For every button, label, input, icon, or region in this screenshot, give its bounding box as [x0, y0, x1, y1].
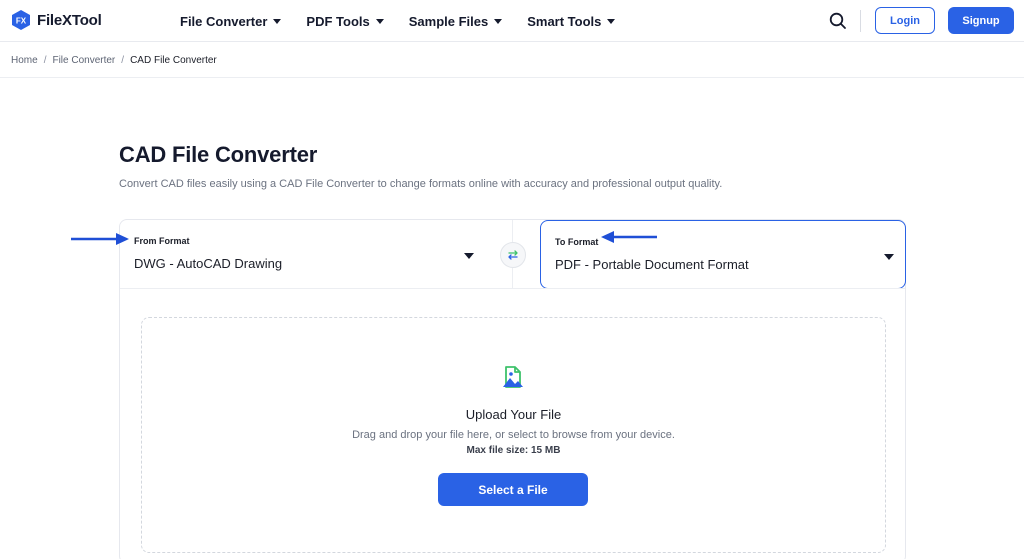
chevron-down-icon — [884, 254, 894, 260]
upload-description: Drag and drop your file here, or select … — [352, 429, 675, 441]
header-divider — [860, 10, 861, 32]
to-format-select[interactable]: To Format PDF - Portable Document Format — [540, 220, 906, 289]
from-format-value: DWG - AutoCAD Drawing — [134, 256, 283, 271]
format-row-divider — [120, 288, 905, 289]
nav-item-label: PDF Tools — [306, 13, 370, 29]
nav-file-converter[interactable]: File Converter — [180, 13, 282, 29]
arrow-annotation-icon — [71, 233, 129, 245]
breadcrumb-separator: / — [43, 55, 47, 66]
upload-max-size: Max file size: 15 MB — [466, 445, 561, 456]
chevron-down-icon — [375, 19, 384, 24]
chevron-down-icon — [273, 19, 282, 24]
nav-item-label: Sample Files — [408, 13, 489, 29]
converter-card: From Format DWG - AutoCAD Drawing To For… — [119, 219, 906, 559]
chevron-down-icon — [494, 19, 503, 24]
signup-button[interactable]: Signup — [948, 7, 1014, 34]
breadcrumb-current: CAD File Converter — [130, 55, 217, 66]
logo-hexagon-icon: FX — [12, 10, 30, 30]
brand-name: FileXTool — [37, 11, 102, 29]
select-file-button[interactable]: Select a File — [438, 473, 588, 506]
login-button[interactable]: Login — [875, 7, 935, 34]
page-subtitle: Convert CAD files easily using a CAD Fil… — [119, 178, 723, 190]
nav-smart-tools[interactable]: Smart Tools — [527, 13, 616, 29]
from-format-label: From Format — [134, 236, 190, 246]
main-nav: File Converter PDF Tools Sample Files Sm… — [180, 0, 616, 42]
from-format-select[interactable]: From Format DWG - AutoCAD Drawing — [120, 220, 500, 288]
upload-title: Upload Your File — [465, 407, 562, 422]
svg-text:FX: FX — [16, 17, 27, 26]
nav-item-label: File Converter — [180, 13, 268, 29]
chevron-down-icon — [607, 19, 616, 24]
chevron-down-icon — [464, 253, 474, 259]
breadcrumb-file-converter[interactable]: File Converter — [52, 55, 115, 66]
nav-sample-files[interactable]: Sample Files — [408, 13, 503, 29]
swap-arrows-icon — [508, 250, 518, 260]
arrow-annotation-icon — [601, 231, 657, 243]
breadcrumb-home[interactable]: Home — [11, 55, 38, 66]
file-image-upload-icon — [503, 366, 523, 388]
nav-item-label: Smart Tools — [527, 13, 602, 29]
to-format-label: To Format — [555, 237, 599, 247]
brand-logo[interactable]: FX FileXTool — [10, 9, 102, 31]
breadcrumb: Home / File Converter / CAD File Convert… — [11, 55, 217, 66]
top-navbar: FX FileXTool File Converter PDF Tools Sa… — [0, 0, 1024, 42]
search-icon[interactable] — [828, 11, 848, 31]
page-title: CAD File Converter — [119, 142, 318, 167]
breadcrumb-separator: / — [121, 55, 125, 66]
nav-pdf-tools[interactable]: PDF Tools — [306, 13, 384, 29]
file-dropzone[interactable]: Upload Your File Drag and drop your file… — [141, 317, 886, 553]
to-format-value: PDF - Portable Document Format — [555, 257, 749, 272]
swap-formats-button[interactable] — [500, 242, 526, 268]
breadcrumb-divider — [0, 77, 1024, 78]
